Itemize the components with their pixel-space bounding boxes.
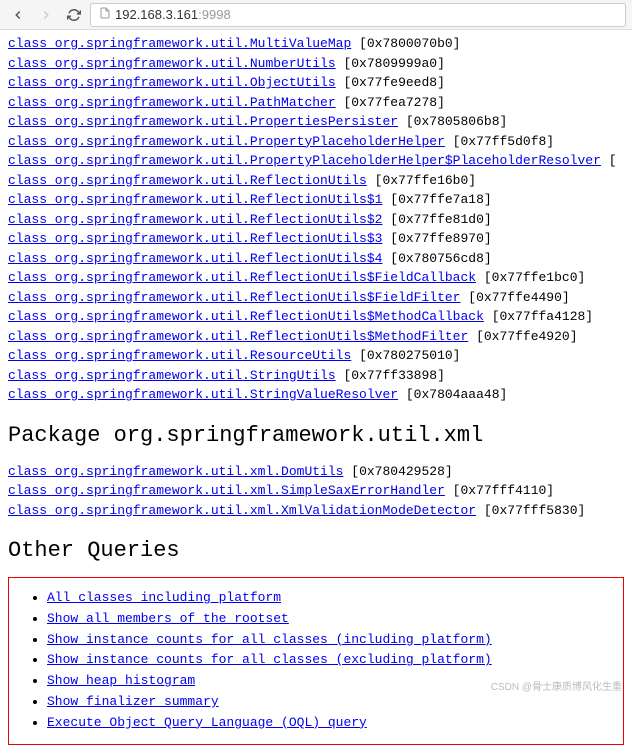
class-link[interactable]: class org.springframework.util.ResourceU…	[8, 348, 351, 363]
class-link[interactable]: class org.springframework.util.StringVal…	[8, 387, 398, 402]
class-link[interactable]: class org.springframework.util.NumberUti…	[8, 56, 336, 71]
class-link[interactable]: class org.springframework.util.Reflectio…	[8, 251, 382, 266]
class-link[interactable]: class org.springframework.util.Reflectio…	[8, 290, 460, 305]
class-line: class org.springframework.util.Reflectio…	[8, 229, 624, 249]
class-line: class org.springframework.util.ResourceU…	[8, 346, 624, 366]
reload-button[interactable]	[62, 3, 86, 27]
address-bar[interactable]: 192.168.3.161:9998	[90, 3, 626, 27]
class-link[interactable]: class org.springframework.util.Reflectio…	[8, 231, 382, 246]
class-address: [0x77fff4110]	[445, 483, 554, 498]
class-line: class org.springframework.util.Reflectio…	[8, 268, 624, 288]
queries-box: All classes including platform Show all m…	[8, 577, 624, 745]
page-icon	[99, 7, 111, 23]
page-content: class org.springframework.util.MultiValu…	[0, 30, 632, 749]
class-address: [0x780756cd8]	[382, 251, 491, 266]
class-line: class org.springframework.util.Reflectio…	[8, 288, 624, 308]
package-heading: Package org.springframework.util.xml	[8, 423, 624, 448]
query-item: All classes including platform	[47, 588, 609, 609]
class-line: class org.springframework.util.xml.DomUt…	[8, 462, 624, 482]
class-line: class org.springframework.util.StringUti…	[8, 366, 624, 386]
browser-toolbar: 192.168.3.161:9998	[0, 0, 632, 30]
query-link[interactable]: Show finalizer summary	[47, 694, 219, 709]
class-address: [0x780275010]	[351, 348, 460, 363]
class-link[interactable]: class org.springframework.util.StringUti…	[8, 368, 336, 383]
class-link[interactable]: class org.springframework.util.xml.Simpl…	[8, 483, 445, 498]
watermark: CSDN @骨士康质博风化生重	[491, 678, 622, 693]
class-address: [0x7800070b0]	[351, 36, 460, 51]
class-link[interactable]: class org.springframework.util.ObjectUti…	[8, 75, 336, 90]
class-address: [0x7809999a0]	[336, 56, 445, 71]
class-link[interactable]: class org.springframework.util.PropertyP…	[8, 153, 601, 168]
class-line: class org.springframework.util.PropertyP…	[8, 132, 624, 152]
class-address: [0x77fe9eed8]	[336, 75, 445, 90]
class-link[interactable]: class org.springframework.util.Reflectio…	[8, 192, 382, 207]
query-link[interactable]: Show instance counts for all classes (in…	[47, 632, 492, 647]
class-line: class org.springframework.util.Reflectio…	[8, 249, 624, 269]
query-item: Show finalizer summary	[47, 692, 609, 713]
class-link[interactable]: class org.springframework.util.PathMatch…	[8, 95, 336, 110]
class-address: [0x7805806b8]	[398, 114, 507, 129]
class-link[interactable]: class org.springframework.util.Reflectio…	[8, 329, 468, 344]
queries-list: All classes including platform Show all m…	[23, 588, 609, 734]
query-item: Show all members of the rootset	[47, 609, 609, 630]
class-address: [0x7804aaa48]	[398, 387, 507, 402]
class-line: class org.springframework.util.NumberUti…	[8, 54, 624, 74]
query-link[interactable]: Show instance counts for all classes (ex…	[47, 652, 492, 667]
class-line: class org.springframework.util.xml.XmlVa…	[8, 501, 624, 521]
class-line: class org.springframework.util.PathMatch…	[8, 93, 624, 113]
class-link[interactable]: class org.springframework.util.PropertyP…	[8, 134, 445, 149]
back-button[interactable]	[6, 3, 30, 27]
class-address: [0x77fea7278]	[336, 95, 445, 110]
class-address: [0x77ffa4128]	[484, 309, 593, 324]
query-item: Execute Object Query Language (OQL) quer…	[47, 713, 609, 734]
class-line: class org.springframework.util.Reflectio…	[8, 190, 624, 210]
xml-class-list: class org.springframework.util.xml.DomUt…	[8, 462, 624, 521]
forward-button[interactable]	[34, 3, 58, 27]
url-text: 192.168.3.161:9998	[115, 7, 231, 22]
class-address: [0x77ffe16b0]	[367, 173, 476, 188]
query-link[interactable]: Execute Object Query Language (OQL) quer…	[47, 715, 367, 730]
class-line: class org.springframework.util.MultiValu…	[8, 34, 624, 54]
class-line: class org.springframework.util.PropertyP…	[8, 151, 624, 171]
class-link[interactable]: class org.springframework.util.Reflectio…	[8, 309, 484, 324]
class-address: [0x77ffe8970]	[382, 231, 491, 246]
class-address: [	[601, 153, 617, 168]
class-link[interactable]: class org.springframework.util.Reflectio…	[8, 270, 476, 285]
class-link[interactable]: class org.springframework.util.Reflectio…	[8, 212, 382, 227]
class-line: class org.springframework.util.xml.Simpl…	[8, 481, 624, 501]
query-item: Show instance counts for all classes (in…	[47, 630, 609, 651]
class-link[interactable]: class org.springframework.util.Reflectio…	[8, 173, 367, 188]
class-list: class org.springframework.util.MultiValu…	[8, 34, 624, 405]
query-link[interactable]: Show all members of the rootset	[47, 611, 289, 626]
query-link[interactable]: Show heap histogram	[47, 673, 195, 688]
class-line: class org.springframework.util.StringVal…	[8, 385, 624, 405]
class-line: class org.springframework.util.Reflectio…	[8, 171, 624, 191]
class-line: class org.springframework.util.Reflectio…	[8, 307, 624, 327]
class-address: [0x77ff33898]	[336, 368, 445, 383]
class-link[interactable]: class org.springframework.util.Propertie…	[8, 114, 398, 129]
class-line: class org.springframework.util.Propertie…	[8, 112, 624, 132]
other-queries-heading: Other Queries	[8, 538, 624, 563]
query-link[interactable]: All classes including platform	[47, 590, 281, 605]
class-address: [0x77ff5d0f8]	[445, 134, 554, 149]
class-line: class org.springframework.util.Reflectio…	[8, 210, 624, 230]
class-address: [0x77ffe4920]	[468, 329, 577, 344]
class-line: class org.springframework.util.ObjectUti…	[8, 73, 624, 93]
class-link[interactable]: class org.springframework.util.xml.XmlVa…	[8, 503, 476, 518]
class-link[interactable]: class org.springframework.util.MultiValu…	[8, 36, 351, 51]
class-address: [0x77ffe4490]	[460, 290, 569, 305]
class-line: class org.springframework.util.Reflectio…	[8, 327, 624, 347]
query-item: Show instance counts for all classes (ex…	[47, 650, 609, 671]
class-address: [0x77ffe81d0]	[382, 212, 491, 227]
class-address: [0x77ffe1bc0]	[476, 270, 585, 285]
class-address: [0x77ffe7a18]	[382, 192, 491, 207]
class-address: [0x780429528]	[343, 464, 452, 479]
class-address: [0x77fff5830]	[476, 503, 585, 518]
class-link[interactable]: class org.springframework.util.xml.DomUt…	[8, 464, 343, 479]
